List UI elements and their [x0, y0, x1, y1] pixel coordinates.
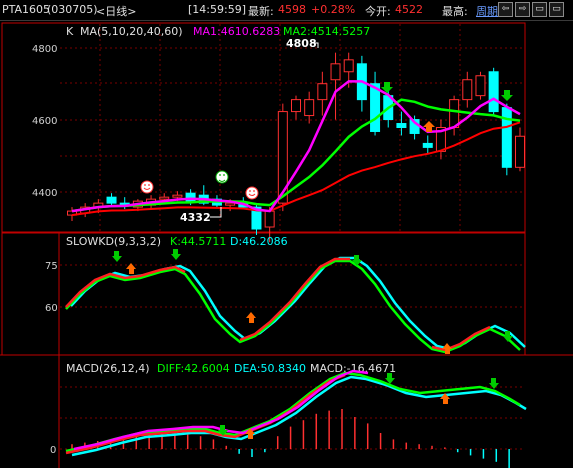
high-label: 最高: — [442, 5, 468, 18]
sell-arrow-icon — [171, 249, 181, 260]
change-percent: +0.28% — [311, 3, 356, 16]
candle-body — [370, 83, 381, 132]
kd-d-value: D:46.2086 — [230, 235, 288, 248]
sell-arrow-icon — [112, 251, 122, 262]
nav-right-button[interactable]: ⇨ — [515, 2, 530, 17]
buy-arrow-icon — [126, 263, 136, 274]
buy-arrow-icon — [246, 312, 256, 323]
candle-body — [475, 75, 486, 97]
kd-panel-frame — [58, 232, 526, 356]
main-panel-frame — [1, 22, 526, 233]
candle-body — [172, 194, 183, 198]
k-prefix: K — [66, 25, 74, 38]
candle-body — [225, 202, 236, 206]
smiley-icon — [215, 170, 229, 184]
window-button[interactable]: ▭ — [532, 2, 547, 17]
kd-tick-75: 75 — [45, 261, 58, 272]
price-tick-4400: 4400 — [32, 188, 57, 199]
candle-body — [515, 135, 525, 168]
macd-title: MACD(26,12,4) — [66, 362, 150, 375]
candle-group — [67, 52, 525, 243]
symbol: PTA1605 — [2, 3, 51, 16]
period-label: <日线> — [96, 5, 137, 18]
latest-value: 4598 — [278, 3, 306, 16]
sell-arrow-icon — [501, 90, 513, 101]
candle-body — [422, 142, 433, 148]
kd-up-segment — [65, 265, 186, 308]
candle-body — [317, 83, 328, 101]
candle-body — [264, 210, 275, 228]
latest-label: 最新: — [248, 5, 274, 18]
time-label: [14:59:59] — [188, 3, 246, 16]
price-tick-4800: 4800 — [32, 44, 57, 55]
open-label: 今开: — [365, 5, 391, 18]
low-annotation: 4332 — [180, 211, 211, 224]
quote-header: PTA1605 (030705) <日线> [14:59:59] 最新: 459… — [0, 0, 573, 21]
smiley-icon — [140, 180, 154, 194]
candle-body — [462, 79, 473, 101]
kd-title: SLOWKD(9,3,3,2) — [66, 235, 161, 248]
candle-body — [304, 99, 315, 117]
symbol-code: (030705) — [47, 3, 98, 16]
sell-arrow-icon — [503, 331, 513, 342]
macd-tick-0: 0 — [50, 445, 56, 456]
kd-d-line — [70, 256, 526, 351]
kd-k-value: K:44.5711 — [170, 235, 226, 248]
smiley-icon — [245, 186, 259, 200]
kd-axis-frame — [1, 232, 60, 356]
price-tick-4600: 4600 — [32, 116, 57, 127]
candle-body — [159, 196, 170, 200]
candle-body — [343, 59, 354, 73]
candle-body — [396, 123, 407, 129]
candle-body — [106, 196, 117, 204]
kd-tick-60: 60 — [45, 303, 58, 314]
nav-left-button[interactable]: ⇦ — [498, 2, 513, 17]
candle-body — [488, 71, 499, 113]
macd-dea-value: DEA:50.8340 — [234, 362, 306, 375]
ma1-value: MA1:4610.6283 — [193, 25, 280, 38]
close-button[interactable]: ▭ — [549, 2, 564, 17]
candle-body — [330, 63, 341, 81]
period-menu[interactable]: 周期 — [476, 3, 498, 19]
ma-label: MA(5,10,20,40,60) — [80, 25, 183, 38]
candle-body — [291, 99, 301, 113]
macd-diff-value: DIFF:42.6004 — [157, 362, 230, 375]
open-value: 4522 — [395, 3, 423, 16]
candle-body — [501, 107, 512, 168]
kline-chart[interactable]: K MA(5,10,20,40,60) MA1:4610.6283 MA2:45… — [0, 21, 573, 468]
